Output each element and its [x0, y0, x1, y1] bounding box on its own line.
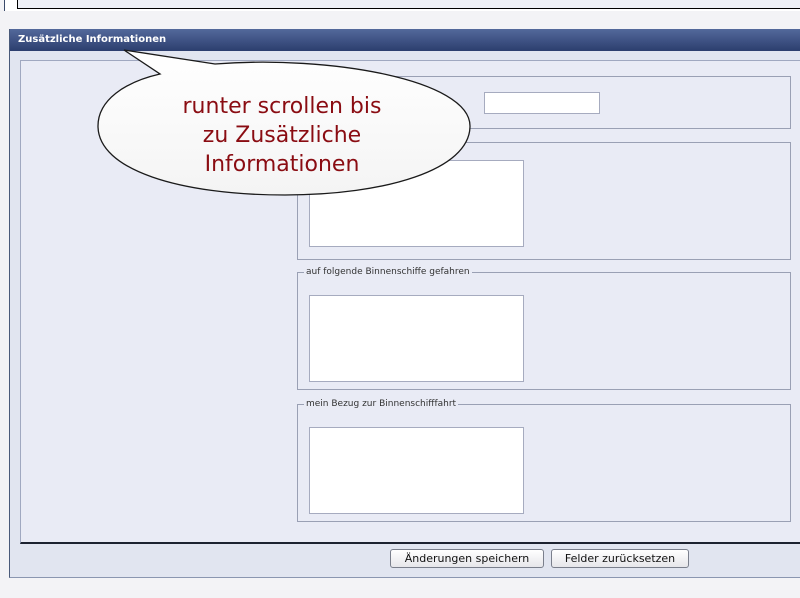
section-title: Zusätzliche Informationen [18, 34, 167, 45]
fieldset-textarea-1 [297, 142, 791, 260]
textarea-1[interactable] [309, 160, 524, 247]
reset-fields-button[interactable]: Felder zurücksetzen [551, 549, 689, 568]
section-content: auf folgende Binnenschiffe gefahren mein… [20, 60, 800, 544]
fieldset-relation: mein Bezug zur Binnenschifffahrt [297, 399, 791, 522]
previous-section-panel [4, 0, 800, 11]
page: Zusätzliche Informationen auf folgende B… [0, 0, 800, 598]
section-header: Zusätzliche Informationen [10, 29, 800, 51]
save-changes-button[interactable]: Änderungen speichern [390, 549, 544, 568]
vessels-legend: auf folgende Binnenschiffe gefahren [306, 267, 470, 277]
relation-textarea[interactable] [309, 427, 524, 514]
additional-info-section: Zusätzliche Informationen auf folgende B… [9, 29, 800, 578]
previous-section-inner [17, 0, 800, 9]
fieldset-vessels: auf folgende Binnenschiffe gefahren [297, 267, 791, 390]
vessels-textarea[interactable] [309, 295, 524, 382]
relation-legend: mein Bezug zur Binnenschifffahrt [306, 399, 457, 409]
fieldset-short-field [297, 76, 791, 129]
bottom-strip [0, 580, 800, 598]
short-text-input[interactable] [484, 92, 600, 114]
